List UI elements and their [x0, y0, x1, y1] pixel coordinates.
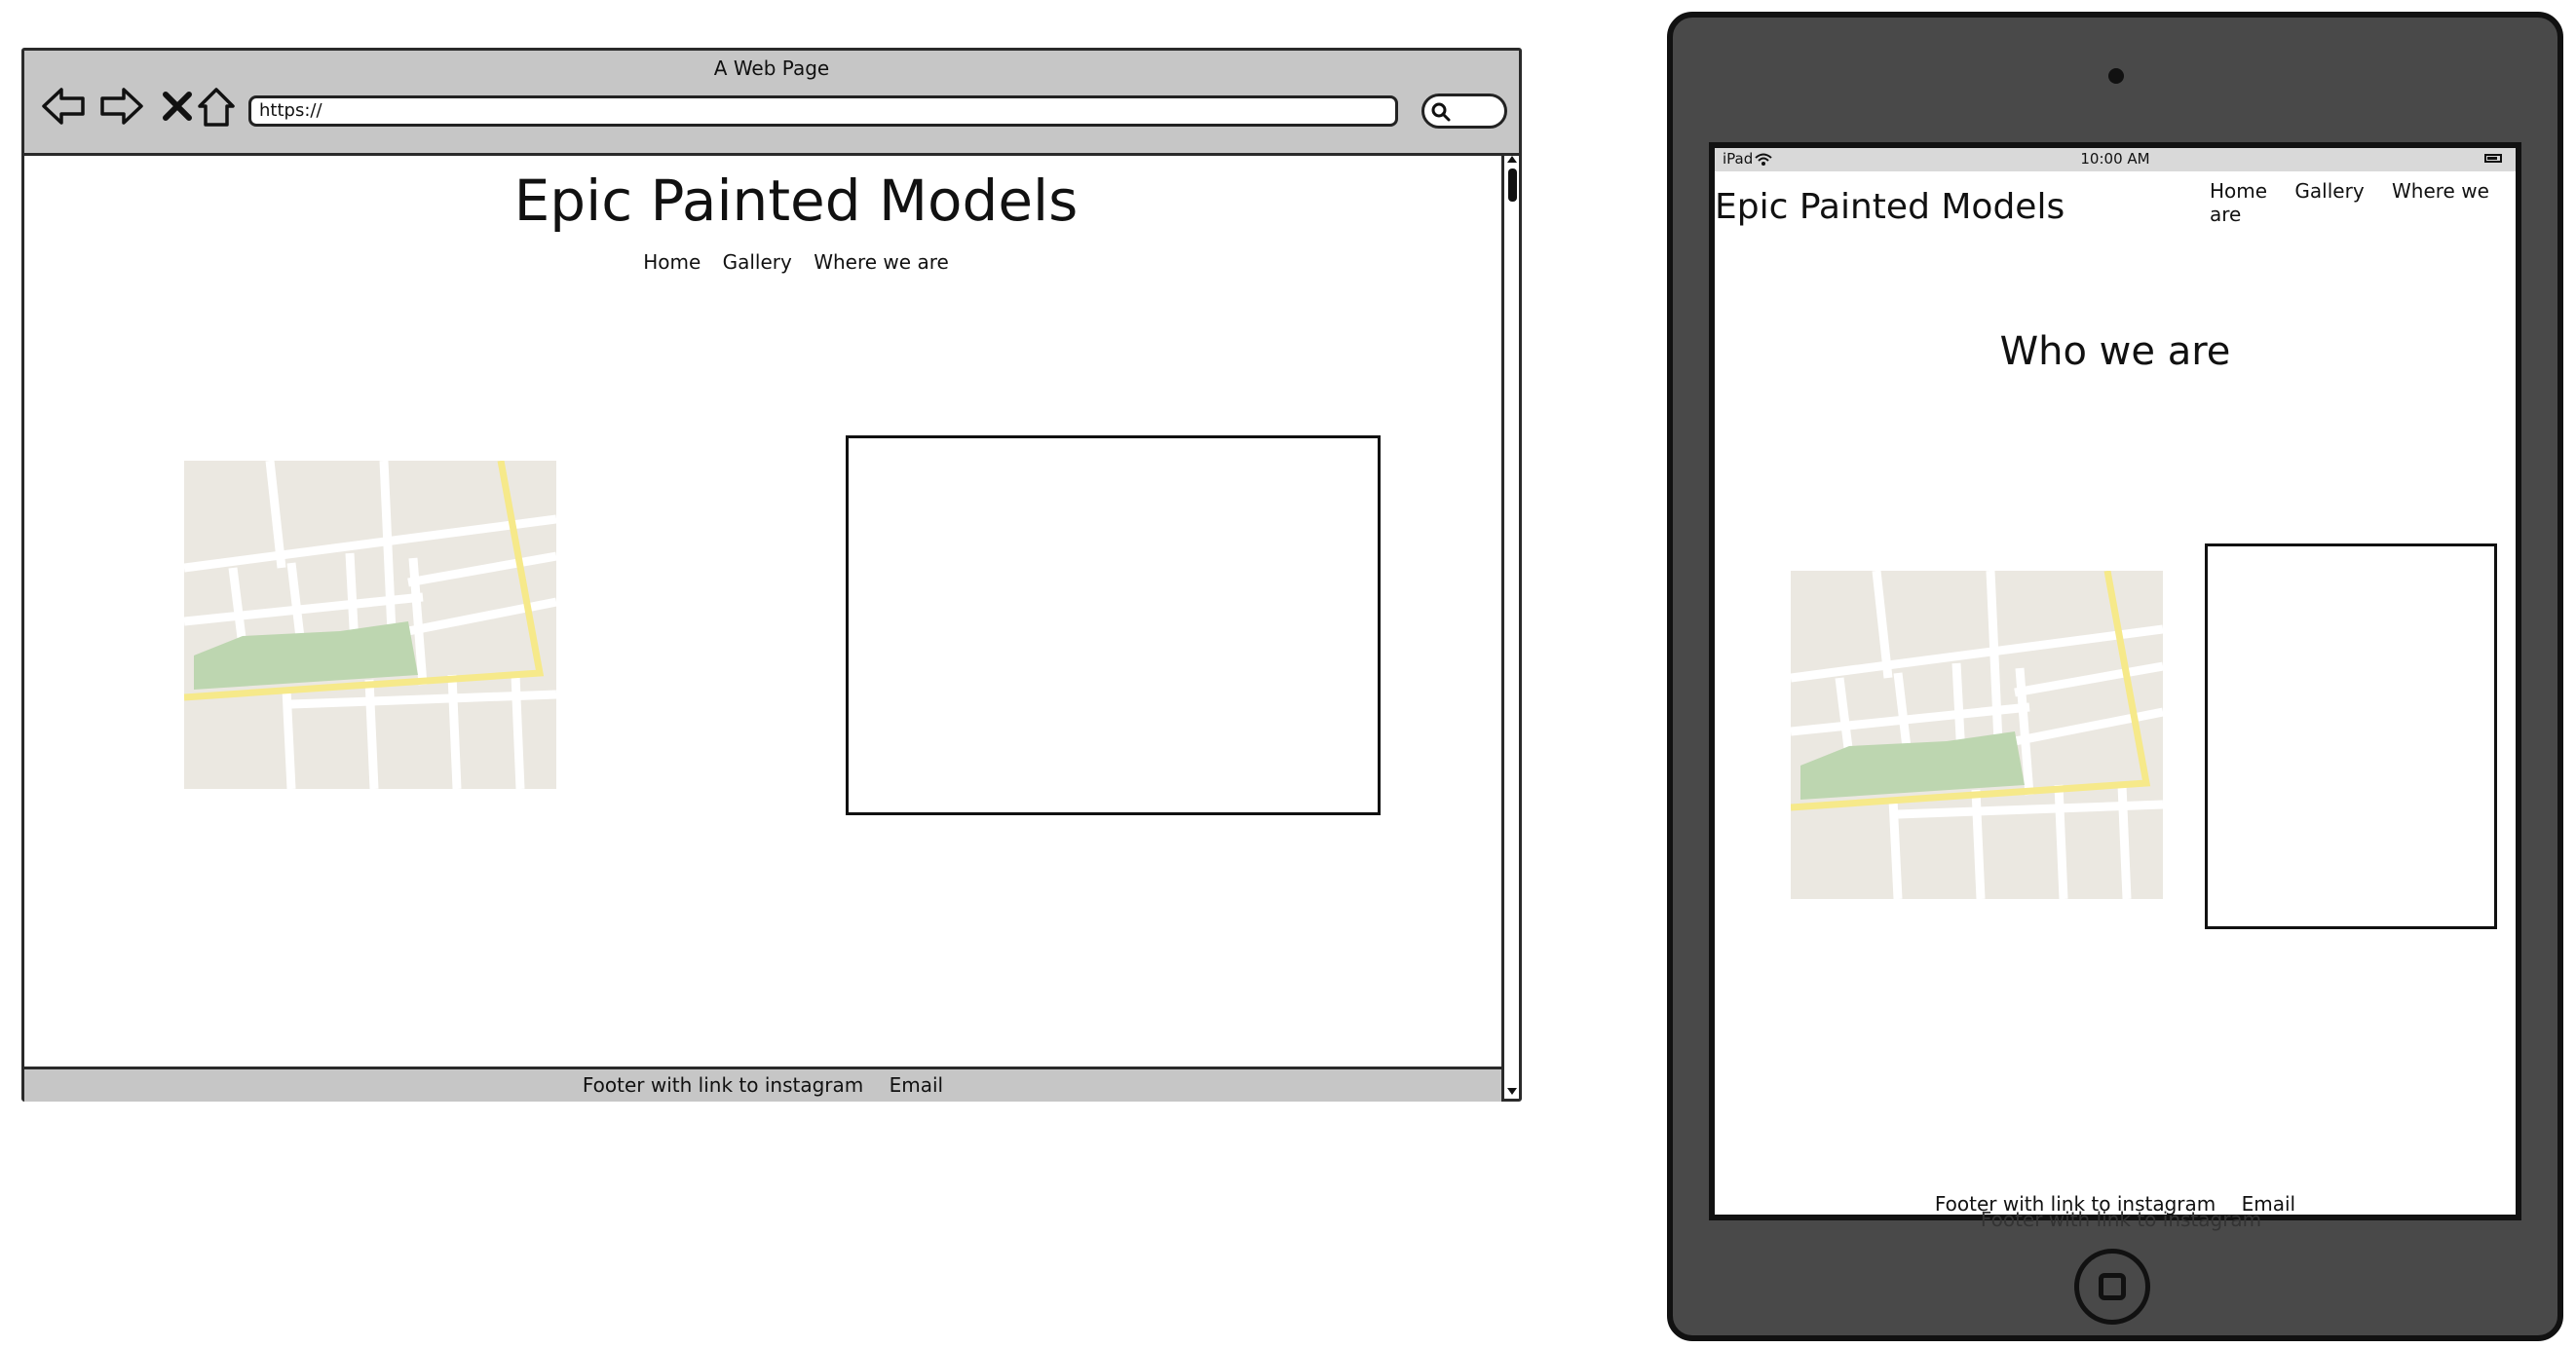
forward-arrow-icon[interactable]: [95, 80, 147, 132]
tablet-device-mockup: iPad 10:00 AM Epic Painted Models Home G…: [1667, 12, 2563, 1341]
search-button[interactable]: [1421, 94, 1507, 129]
scroll-thumb[interactable]: [1508, 168, 1517, 202]
footer-email-link[interactable]: Email: [890, 1073, 944, 1097]
camera-icon: [2108, 68, 2124, 84]
content-placeholder-box: [2205, 543, 2497, 929]
status-time: 10:00 AM: [2080, 150, 2150, 168]
tablet-screen: iPad 10:00 AM Epic Painted Models Home G…: [1709, 142, 2521, 1220]
vertical-scrollbar[interactable]: [1501, 153, 1519, 1102]
main-nav: Home Gallery Where we are: [2210, 179, 2516, 226]
scroll-up-icon[interactable]: [1506, 153, 1518, 165]
nav-link-where-we-are[interactable]: Where we are: [814, 250, 949, 274]
site-title: Epic Painted Models: [513, 168, 1079, 234]
page-footer: Footer with link to instagram Email: [24, 1067, 1501, 1102]
browser-window-mockup: A Web Page https:// Epic Painted Models …: [21, 48, 1522, 1102]
section-heading: Who we are: [1999, 329, 2231, 374]
back-arrow-icon[interactable]: [38, 80, 91, 132]
battery-icon: [2484, 154, 2502, 163]
nav-link-gallery[interactable]: Gallery: [2294, 179, 2364, 203]
content-placeholder-box: [846, 435, 1381, 815]
home-button-icon: [2099, 1273, 2126, 1300]
footer-instagram-link[interactable]: Footer with link to instagram: [583, 1073, 863, 1097]
search-icon: [1431, 102, 1451, 122]
url-input[interactable]: https://: [248, 95, 1398, 127]
browser-window-title: A Web Page: [713, 56, 830, 80]
main-nav: Home Gallery Where we are: [24, 250, 1568, 274]
site-title: Epic Painted Models: [1715, 187, 2065, 227]
nav-link-gallery[interactable]: Gallery: [723, 250, 792, 274]
map-placeholder-icon[interactable]: [184, 461, 556, 789]
map-placeholder-icon[interactable]: [1791, 571, 2163, 899]
nav-link-home[interactable]: Home: [643, 250, 701, 274]
scroll-down-icon[interactable]: [1506, 1086, 1518, 1098]
footer-overflow-text: Footer with link to instagram: [1980, 1208, 2262, 1231]
nav-link-home[interactable]: Home: [2210, 179, 2267, 203]
home-icon[interactable]: [190, 80, 243, 132]
browser-toolbar: A Web Page https://: [24, 51, 1519, 156]
home-button[interactable]: [2074, 1249, 2150, 1325]
status-bar: iPad 10:00 AM: [1715, 148, 2516, 171]
